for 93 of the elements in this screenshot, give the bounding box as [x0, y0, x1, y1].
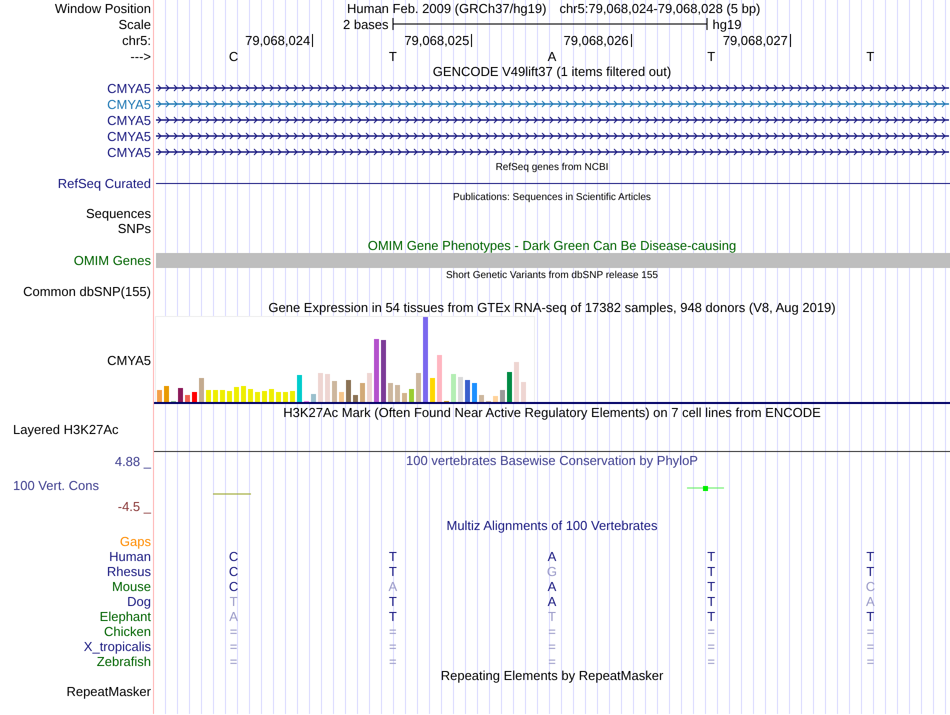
- axis-max-label: 4.88 _: [114, 454, 151, 468]
- track-title: Gene Expression in 54 tissues from GTEx RNA-seq of 17382 samples, 948 donors (V8, Aug 2019): [268, 300, 836, 314]
- track-title: RefSeq genes from NCBI: [496, 161, 608, 175]
- alignment-base: =: [866, 640, 874, 654]
- alignment-base: T: [388, 594, 397, 608]
- axis-min-label: -4.5 _: [118, 498, 151, 514]
- gene-label: CMYA5: [107, 80, 151, 96]
- assembly-name: Human Feb. 2009 (GRCh37/hg19): [347, 0, 546, 16]
- alignment-base: T: [707, 580, 716, 594]
- gene-label: CMYA5: [107, 112, 151, 128]
- alignment-base: A: [548, 550, 556, 564]
- alignment-base: T: [388, 610, 397, 624]
- alignment-base: =: [707, 654, 715, 668]
- gene-label: CMYA5: [107, 96, 151, 112]
- track-title: Repeating Elements by RepeatMasker: [440, 669, 664, 683]
- alignment-base: C: [228, 564, 238, 578]
- species-label: Human: [109, 549, 151, 564]
- coordinate-label: 79,068,026: [564, 34, 629, 46]
- track-label: Layered H3K27Ac: [13, 422, 119, 437]
- track-label: CMYA5: [107, 352, 151, 368]
- track-label: RefSeq Curated: [58, 176, 151, 190]
- scale-span: 2 bases: [343, 16, 389, 32]
- track-label: Scale: [118, 16, 151, 32]
- scale-ruler-icon: [392, 16, 710, 32]
- track-title: GENCODE V49lift37 (1 items filtered out): [432, 65, 672, 79]
- track-label: SNPs: [118, 221, 151, 236]
- species-label: Elephant: [100, 609, 151, 624]
- alignment-base: =: [388, 654, 397, 668]
- track-label: --->: [130, 48, 151, 64]
- alignment-base: T: [707, 550, 716, 564]
- alignment-base: =: [388, 624, 397, 638]
- alignment-base: T: [707, 610, 716, 624]
- gene-label: CMYA5: [107, 144, 151, 160]
- species-label: Rhesus: [106, 564, 151, 579]
- track-label: chr5:: [122, 32, 151, 48]
- coordinate-label: 79,068,025: [404, 34, 470, 46]
- alignment-base: C: [228, 550, 238, 564]
- alignment-base: T: [230, 594, 238, 608]
- genome-position: chr5:79,068,024-79,068,028 (5 bp): [559, 0, 760, 16]
- alignment-base: =: [866, 624, 874, 638]
- alignment-base: T: [388, 564, 397, 578]
- alignment-base: T: [707, 594, 716, 608]
- track-title: Multiz Alignments of 100 Vertebrates: [446, 519, 658, 533]
- track-label: Sequences: [86, 206, 151, 221]
- alignment-base: A: [548, 580, 556, 594]
- alignment-base: =: [230, 624, 238, 638]
- alignment-base: =: [230, 640, 238, 654]
- sequence-base: C: [228, 48, 238, 64]
- track-title: OMIM Gene Phenotypes - Dark Green Can Be Disease-causing: [368, 239, 736, 253]
- track-label: Gaps: [120, 534, 151, 549]
- species-label: X_tropicalis: [84, 639, 151, 654]
- alignment-base: =: [707, 640, 715, 654]
- alignment-base: T: [548, 610, 556, 624]
- alignment-base: A: [866, 594, 875, 608]
- alignment-base: A: [388, 580, 398, 594]
- alignment-base: =: [548, 640, 556, 654]
- alignment-base: A: [229, 610, 238, 624]
- track-label: Common dbSNP(155): [23, 284, 151, 299]
- alignment-base: T: [866, 610, 874, 624]
- alignment-base: T: [866, 550, 874, 564]
- track-title: 100 vertebrates Basewise Conservation by PhyloP: [406, 454, 698, 468]
- gene-label: CMYA5: [107, 128, 151, 144]
- track-label: OMIM Genes: [74, 253, 151, 268]
- alignment-base: T: [866, 564, 874, 578]
- track-label: 100 Vert. Cons: [13, 478, 99, 492]
- alignment-base: A: [548, 594, 556, 608]
- species-label: Zebrafish: [96, 654, 151, 669]
- track-title: Publications: Sequences in Scientific Articles: [453, 191, 651, 205]
- track-title: H3K27Ac Mark (Often Found Near Active Regulatory Elements) on 7 cell lines from ENCODE: [283, 406, 821, 420]
- track-title: Short Genetic Variants from dbSNP release 155: [446, 269, 658, 283]
- coordinate-label: 79,068,027: [722, 34, 788, 46]
- sequence-base: T: [388, 48, 397, 64]
- coordinate-label: 79,068,024: [245, 34, 310, 46]
- alignment-base: =: [388, 640, 397, 654]
- alignment-base: =: [548, 654, 556, 668]
- sequence-base: T: [866, 48, 874, 64]
- species-label: Mouse: [112, 579, 151, 594]
- alignment-base: C: [866, 580, 876, 594]
- sequence-base: A: [548, 48, 556, 64]
- alignment-base: =: [707, 624, 715, 638]
- alignment-base: T: [707, 564, 716, 578]
- sequence-base: T: [707, 48, 716, 64]
- alignment-base: T: [388, 550, 397, 564]
- species-label: Chicken: [104, 624, 151, 639]
- species-label: Dog: [127, 594, 151, 609]
- alignment-base: C: [228, 580, 238, 594]
- scale-assembly: hg19: [712, 16, 742, 32]
- alignment-base: G: [546, 564, 558, 578]
- track-label: RepeatMasker: [66, 684, 151, 699]
- track-label: Window Position: [54, 0, 151, 16]
- alignment-base: =: [866, 654, 874, 668]
- alignment-base: =: [548, 624, 556, 638]
- alignment-base: =: [230, 654, 238, 668]
